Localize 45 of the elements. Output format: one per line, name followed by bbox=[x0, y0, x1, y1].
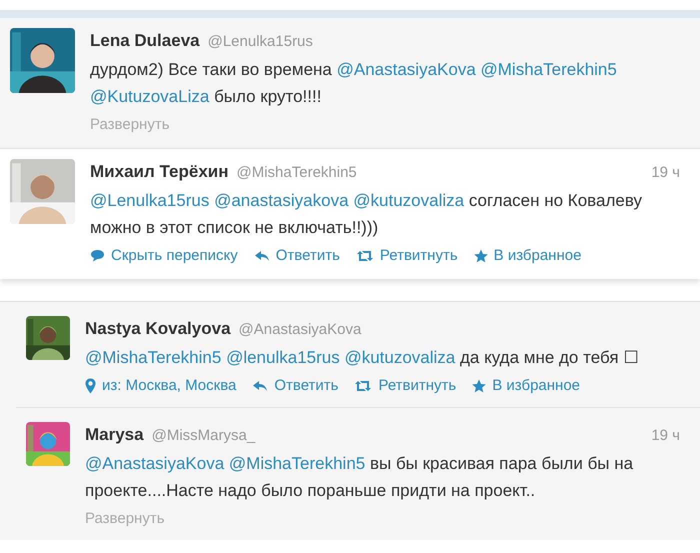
expand-link[interactable]: Развернуть bbox=[90, 114, 170, 136]
tweet-text: дурдом2) Все таки во времена @AnastasiyaKova @MishaTerekhin5 @KutuzovaLiza было круто!!!! bbox=[90, 58, 618, 108]
tweet-text: @MishaTerekhin5 @lenulka15rus @kutuzovaliza да куда мне до тебя ☐ bbox=[85, 346, 640, 368]
mention-link[interactable]: @anastasiyakova bbox=[214, 190, 349, 210]
retweet-icon bbox=[356, 250, 374, 262]
user-handle[interactable]: @Lenulka15rus bbox=[208, 31, 313, 54]
user-name[interactable]: Marysa bbox=[85, 422, 144, 448]
expand-link[interactable]: Развернуть bbox=[85, 508, 165, 530]
tweet-text: @AnastasiyaKova @MishaTerekhin5 вы бы красивая пара были бы на проекте....Насте надо было пораньше придти на проект.. bbox=[85, 452, 634, 502]
mention-link[interactable]: @MishaTerekhin5 bbox=[228, 454, 366, 472]
map-pin-icon bbox=[85, 378, 96, 394]
mention-link[interactable]: @kutuzovaliza bbox=[344, 348, 456, 366]
reply-link[interactable]: Ответить bbox=[252, 374, 338, 397]
mention-link[interactable]: @MishaTerekhin5 bbox=[85, 348, 222, 366]
mention-link[interactable]: @kutuzovaliza bbox=[353, 190, 464, 210]
reply-arrow-icon bbox=[252, 380, 268, 392]
user-handle[interactable]: @MissMarysa_ bbox=[152, 425, 256, 448]
mention-link[interactable]: @lenulka15rus bbox=[226, 348, 340, 366]
mention-link[interactable]: @MishaTerekhin5 bbox=[480, 60, 617, 78]
retweet-icon bbox=[354, 380, 372, 392]
reply-arrow-icon bbox=[254, 250, 270, 262]
mention-link[interactable]: @Lenulka15rus bbox=[90, 190, 210, 210]
tweet[interactable]: Lena Dulaeva @Lenulka15rus дурдом2) Все таки во времена @AnastasiyaKova @MishaTerekhin5 @KutuzovaLiza было круто!!!! Развернуть bbox=[0, 18, 700, 148]
user-name[interactable]: Nastya Kovalyova bbox=[85, 316, 231, 342]
user-name[interactable]: Lena Dulaeva bbox=[90, 28, 200, 54]
favorite-link[interactable]: В избранное bbox=[474, 244, 582, 267]
mention-link[interactable]: @AnastasiyaKova bbox=[85, 454, 224, 472]
mention-link[interactable]: @KutuzovaLiza bbox=[90, 86, 210, 106]
reply-link[interactable]: Ответить bbox=[254, 244, 340, 267]
retweet-link[interactable]: Ретвитнуть bbox=[356, 244, 458, 267]
user-name[interactable]: Михаил Терёхин bbox=[90, 159, 228, 184]
hide-link[interactable]: Скрыть переписку bbox=[90, 244, 238, 267]
star-icon bbox=[472, 378, 486, 393]
timestamp[interactable]: 19 ч bbox=[651, 162, 680, 184]
user-handle[interactable]: @AnastasiyaKova bbox=[238, 319, 362, 342]
star-icon bbox=[474, 248, 488, 263]
speech-bubble-icon bbox=[90, 249, 105, 262]
favorite-link[interactable]: В избранное bbox=[472, 374, 580, 397]
location-link[interactable]: из: Москва, Москва bbox=[85, 374, 236, 397]
mention-link[interactable]: @AnastasiyaKova bbox=[336, 60, 476, 78]
user-handle[interactable]: @MishaTerekhin5 bbox=[236, 162, 357, 184]
tweet-text: @Lenulka15rus @anastasiyakova @kutuzovaliza согласен но Ковалеву можно в этот список не включать!!))) bbox=[90, 190, 643, 238]
timestamp[interactable]: 19 ч bbox=[651, 425, 680, 448]
retweet-link[interactable]: Ретвитнуть bbox=[354, 374, 456, 397]
tweet[interactable]: Михаил Терёхин @MishaTerekhin5 19 ч @Lenulka15rus @anastasiyakova @kutuzovaliza согласен но Ковалеву можно в этот список не включать!!))) Скрыть переписку Ответить Ретвитнуть В избранное bbox=[0, 148, 700, 279]
